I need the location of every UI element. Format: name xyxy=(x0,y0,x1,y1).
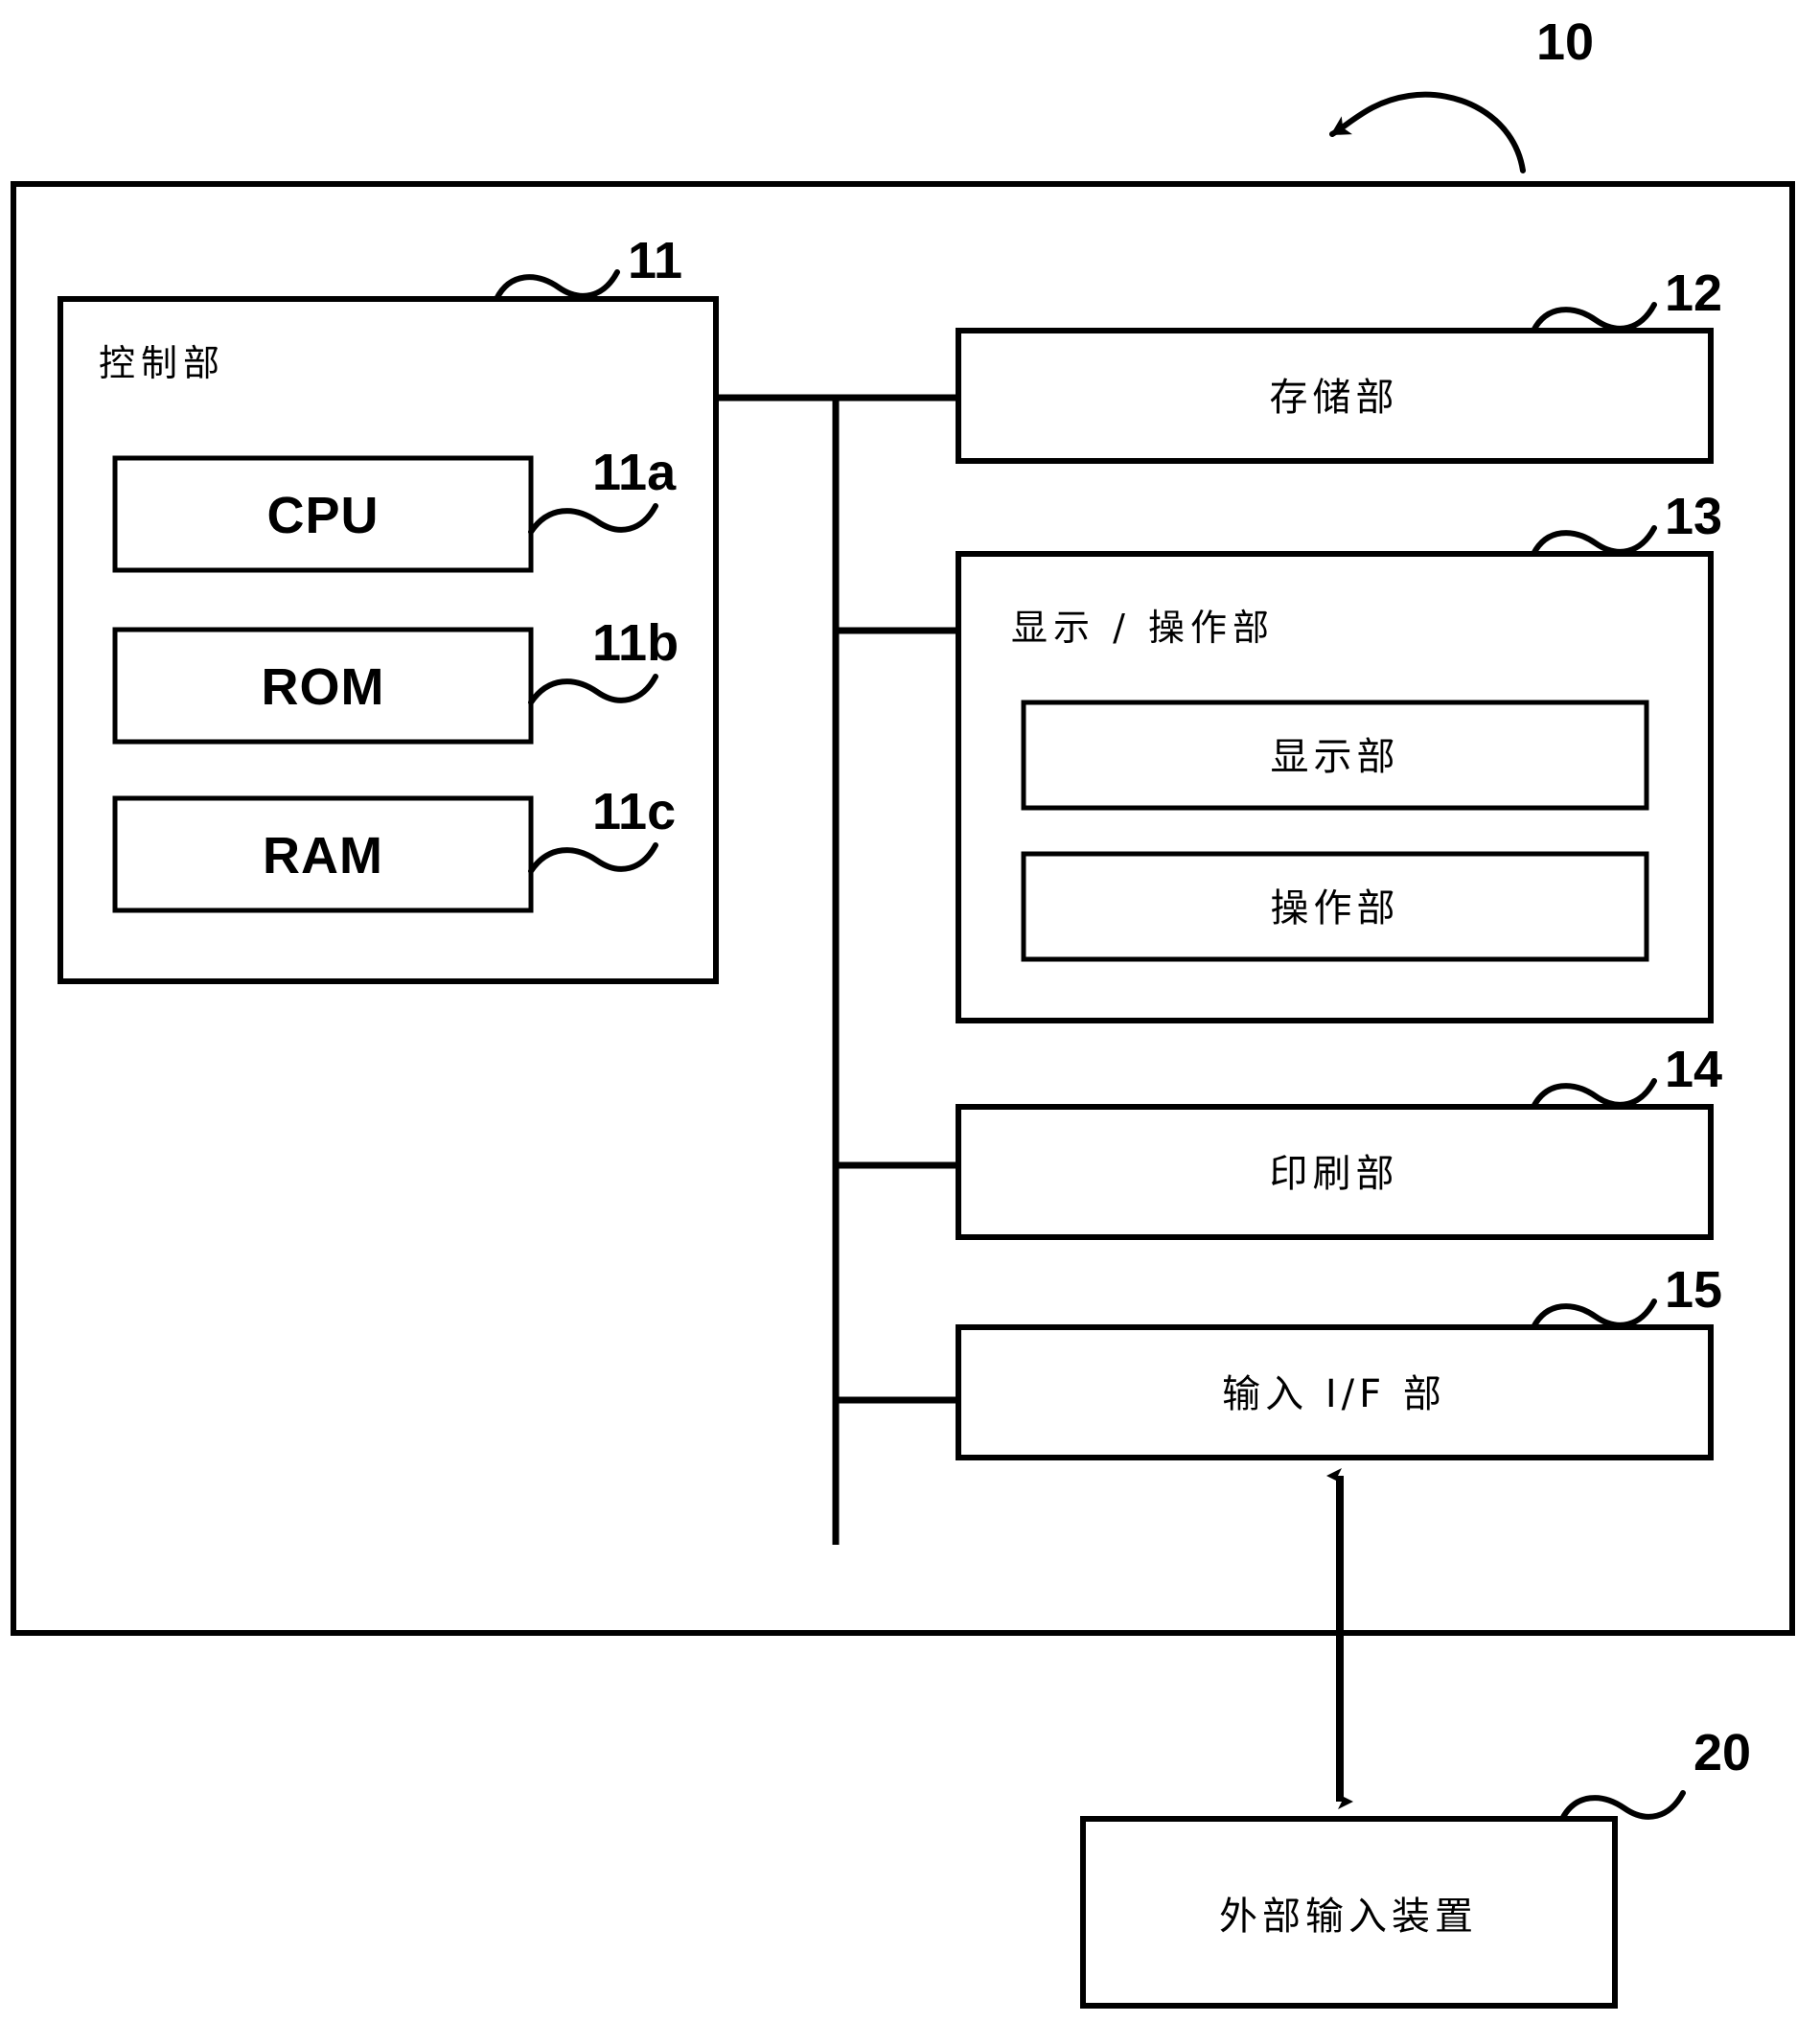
leader-ram xyxy=(528,842,658,874)
refnum-cpu: 11a xyxy=(592,444,677,501)
leader-cpu xyxy=(528,503,658,535)
printing-unit-label: 印刷部 xyxy=(1270,1152,1399,1196)
patent-figure-block-diagram: 控制部 CPU ROM RAM 存储部 显示 / 操作部 显示部 操作部 印刷部… xyxy=(0,0,1820,2022)
leader-display-operation-unit xyxy=(1531,525,1657,557)
refnum-printing-unit: 14 xyxy=(1665,1041,1722,1098)
refnum-device: 10 xyxy=(1536,13,1594,71)
external-input-device-label: 外部输入装置 xyxy=(1219,1895,1478,1939)
ram-label: RAM xyxy=(263,827,383,885)
leader-rom xyxy=(528,674,658,705)
leader-external-input-device xyxy=(1559,1790,1686,1822)
figure-canvas: 控制部 CPU ROM RAM 存储部 显示 / 操作部 显示部 操作部 印刷部… xyxy=(11,13,1795,2009)
cpu-label: CPU xyxy=(266,487,379,544)
operation-unit-label: 操作部 xyxy=(1271,886,1400,931)
refnum-display-operation-unit: 13 xyxy=(1665,488,1722,545)
refnum-control-unit: 11 xyxy=(628,232,682,289)
storage-unit-label: 存储部 xyxy=(1270,376,1399,420)
refnum-ram: 11c xyxy=(592,783,676,840)
refnum-external-input-device: 20 xyxy=(1693,1724,1751,1781)
leader-storage-unit xyxy=(1531,302,1657,333)
input-if-unit-label: 输入 I/F 部 xyxy=(1222,1372,1446,1416)
display-operation-unit-label: 显示 / 操作部 xyxy=(1011,607,1275,649)
refnum-storage-unit: 12 xyxy=(1665,264,1722,322)
control-unit-label: 控制部 xyxy=(99,342,225,384)
refnum-rom: 11b xyxy=(592,614,679,672)
leader-input-if-unit xyxy=(1531,1298,1657,1330)
leader-device xyxy=(1329,91,1526,173)
refnum-input-if-unit: 15 xyxy=(1665,1261,1722,1319)
display-unit-label: 显示部 xyxy=(1271,735,1400,779)
leader-printing-unit xyxy=(1531,1078,1657,1110)
leader-control-unit xyxy=(494,269,620,302)
rom-label: ROM xyxy=(262,658,385,716)
